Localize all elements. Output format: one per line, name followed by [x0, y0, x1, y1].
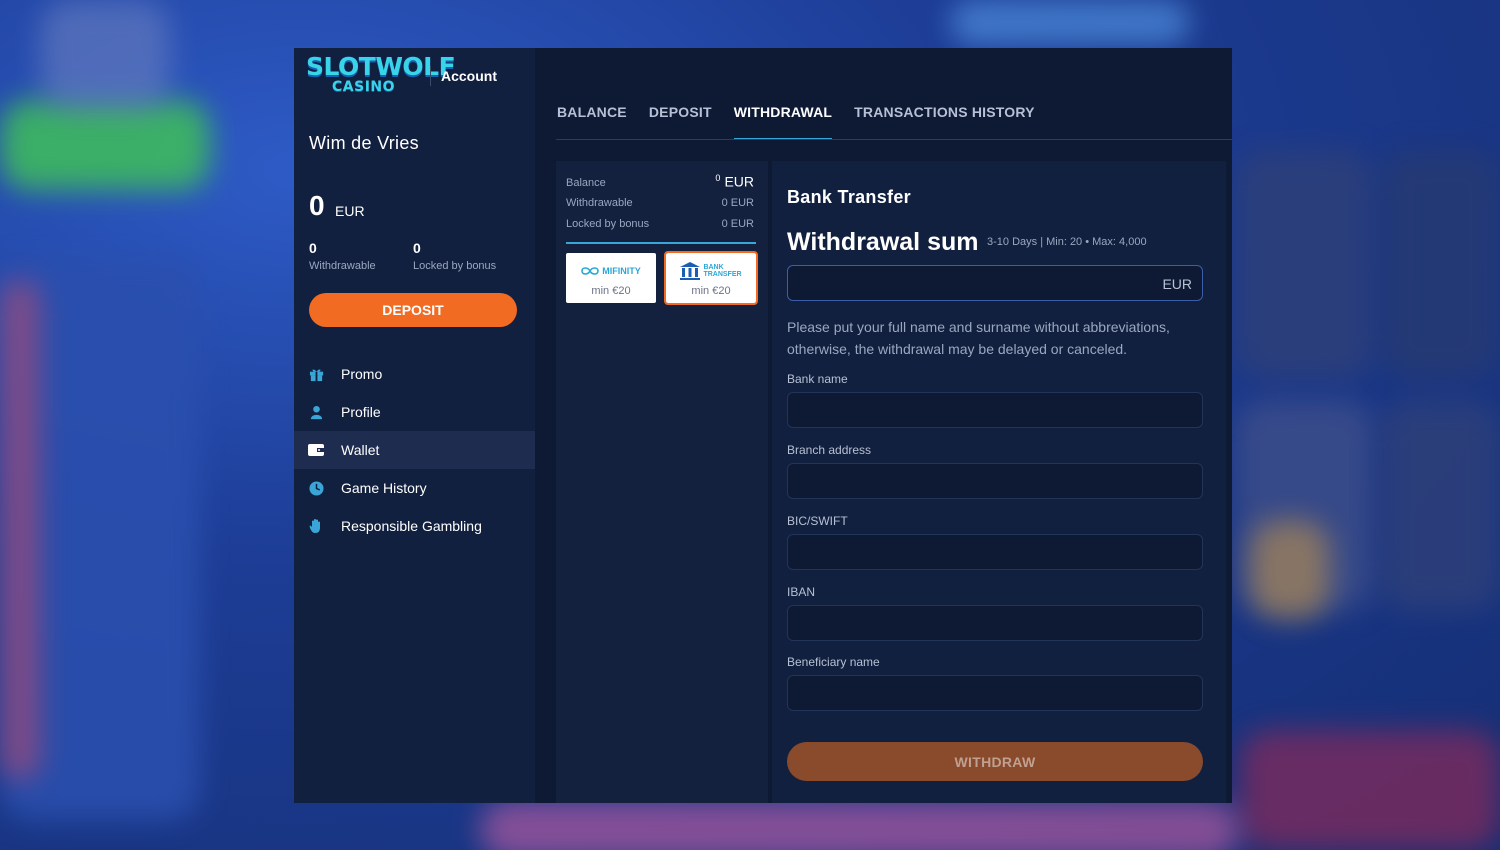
balance-summary-panel: Balance 0 EUR Withdrawable 0 EUR Locked b…: [556, 161, 768, 803]
tab-transactions-history[interactable]: TRANSACTIONS HISTORY: [854, 104, 1035, 140]
wallet-icon: [308, 442, 324, 458]
amount-currency: EUR: [1162, 276, 1192, 292]
mifinity-logo: MIFINITY: [566, 263, 656, 279]
sidebar: SLOTWOLF CASINO Account Wim de Vries 0 E…: [294, 48, 535, 803]
withdrawable-amount: 0: [309, 240, 317, 256]
withdrawal-sum-title: Withdrawal sum: [787, 228, 979, 256]
iban-label: IBAN: [787, 585, 816, 599]
logo-subtitle: CASINO: [332, 79, 396, 95]
summary-divider: [566, 242, 756, 244]
sidebar-item-label: Wallet: [341, 442, 380, 458]
locked-label: Locked by bonus: [413, 260, 497, 272]
bank-transfer-logo: BANK TRANSFER: [666, 262, 756, 280]
deposit-button[interactable]: DEPOSIT: [309, 293, 517, 327]
beneficiary-name-field[interactable]: [787, 675, 1203, 711]
account-modal: SLOTWOLF CASINO Account Wim de Vries 0 E…: [294, 48, 1232, 803]
payment-method-min: min €20: [591, 285, 631, 297]
summary-locked-value: 0 EUR: [721, 218, 754, 230]
withdrawal-amount-input[interactable]: EUR: [787, 265, 1203, 301]
clock-icon: [308, 480, 324, 496]
sidebar-item-label: Responsible Gambling: [341, 518, 482, 534]
summary-withdrawable-value: 0 EUR: [721, 197, 754, 209]
sidebar-menu: Promo Profile Wallet Game History Respon…: [294, 355, 535, 545]
payment-method-min: min €20: [691, 285, 731, 297]
logo-wordmark: SLOTWOLF: [306, 52, 456, 81]
sidebar-item-label: Profile: [341, 404, 381, 420]
sidebar-item-label: Promo: [341, 366, 383, 382]
tabs-divider: [556, 139, 1232, 140]
sidebar-item-game-history[interactable]: Game History: [294, 469, 535, 507]
bank-name-label: Bank name: [787, 372, 848, 386]
sidebar-item-wallet[interactable]: Wallet: [294, 431, 535, 469]
payment-method-mifinity[interactable]: MIFINITY min €20: [566, 253, 656, 303]
withdrawable-label: Withdrawable: [309, 260, 376, 272]
summary-withdrawable-row: Withdrawable 0 EUR: [566, 197, 754, 209]
bic-swift-field[interactable]: [787, 534, 1203, 570]
withdraw-button[interactable]: WITHDRAW: [787, 742, 1203, 781]
withdrawal-limits-note: 3-10 Days | Min: 20 • Max: 4,000: [987, 236, 1147, 248]
casino-logo[interactable]: SLOTWOLF CASINO: [306, 52, 456, 100]
user-name: Wim de Vries: [309, 133, 419, 153]
summary-locked-label: Locked by bonus: [566, 218, 650, 230]
bank-name-field[interactable]: [787, 392, 1203, 428]
name-warning-note: Please put your full name and surname wi…: [787, 319, 1170, 357]
account-tabs: BALANCE DEPOSIT WITHDRAWAL TRANSACTIONS …: [557, 104, 1057, 140]
withdrawal-form: Bank Transfer Withdrawal sum 3-10 Days |…: [772, 161, 1226, 803]
branch-address-field[interactable]: [787, 463, 1203, 499]
summary-locked-row: Locked by bonus 0 EUR: [566, 218, 754, 230]
sidebar-item-profile[interactable]: Profile: [294, 393, 535, 431]
branch-address-label: Branch address: [787, 443, 872, 457]
summary-balance-label: Balance: [566, 177, 606, 189]
gift-icon: [308, 366, 324, 382]
sidebar-item-responsible-gambling[interactable]: Responsible Gambling: [294, 507, 535, 545]
sidebar-item-promo[interactable]: Promo: [294, 355, 535, 393]
beneficiary-name-label: Beneficiary name: [787, 655, 880, 669]
header-divider: [430, 66, 431, 86]
payment-method-bank-transfer[interactable]: BANK TRANSFER min €20: [664, 251, 758, 305]
bank-icon: [680, 262, 701, 280]
form-title: Bank Transfer: [787, 187, 911, 207]
hand-icon: [308, 518, 324, 534]
bic-swift-label: BIC/SWIFT: [787, 514, 848, 528]
summary-balance-row: Balance 0 EUR: [566, 173, 754, 190]
sidebar-item-label: Game History: [341, 480, 427, 496]
balance-amount: 0: [309, 190, 325, 221]
tab-withdrawal[interactable]: WITHDRAWAL: [733, 104, 833, 140]
summary-balance-value: 0 EUR: [715, 173, 754, 190]
tab-deposit[interactable]: DEPOSIT: [649, 104, 712, 140]
iban-field[interactable]: [787, 605, 1203, 641]
page-title: Account: [441, 68, 497, 84]
user-icon: [308, 404, 324, 420]
summary-withdrawable-label: Withdrawable: [566, 197, 633, 209]
locked-amount: 0: [413, 240, 421, 256]
tab-balance[interactable]: BALANCE: [557, 104, 627, 140]
balance-currency: EUR: [335, 203, 365, 219]
